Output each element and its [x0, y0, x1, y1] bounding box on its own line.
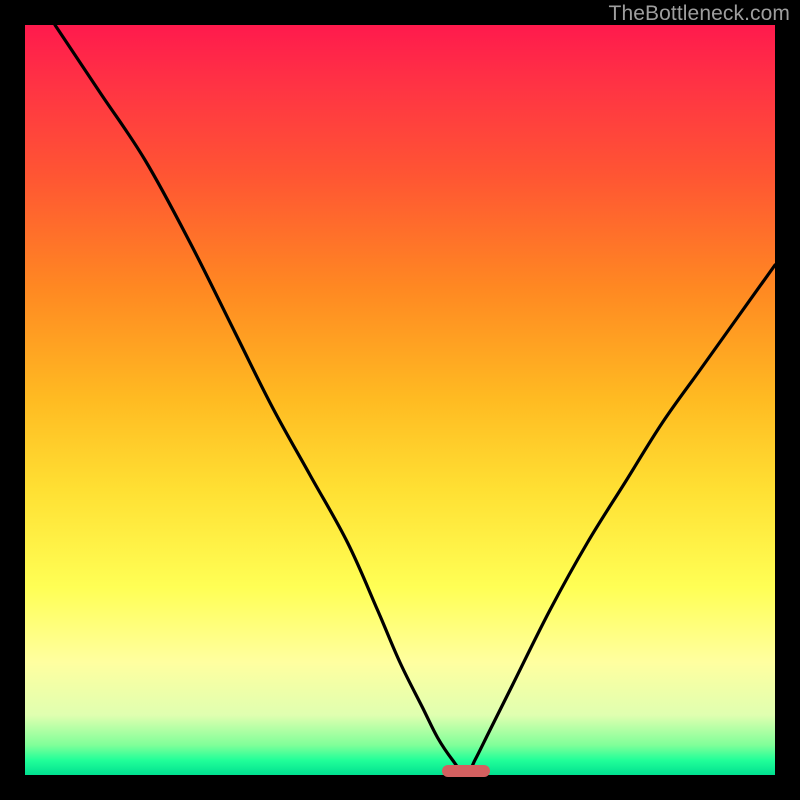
- plot-area: [25, 25, 775, 775]
- minimum-marker: [442, 765, 491, 777]
- chart-frame: TheBottleneck.com: [0, 0, 800, 800]
- watermark-text: TheBottleneck.com: [609, 2, 790, 26]
